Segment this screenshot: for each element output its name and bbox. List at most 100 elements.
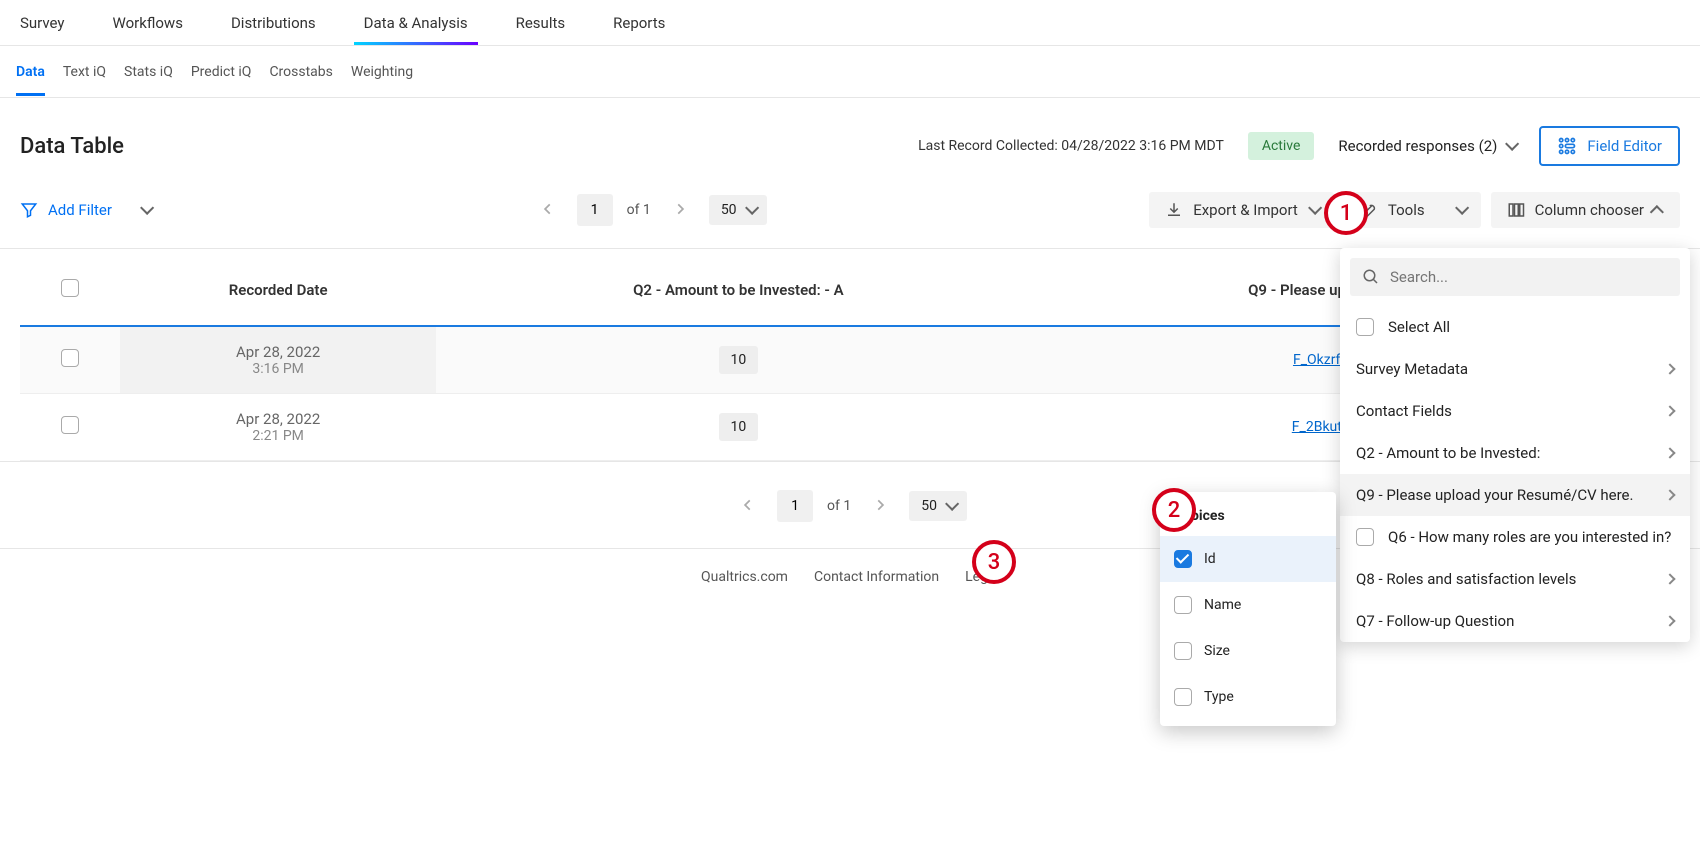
pager-page-input[interactable] bbox=[777, 490, 813, 522]
cc-item-label: Q2 - Amount to be Invested: bbox=[1356, 444, 1540, 462]
row-checkbox[interactable] bbox=[61, 349, 79, 367]
cc-item-contact-fields[interactable]: Contact Fields bbox=[1340, 390, 1690, 432]
recorded-responses-dropdown[interactable]: Recorded responses (2) bbox=[1338, 137, 1515, 155]
field-editor-icon bbox=[1557, 136, 1577, 156]
chevron-right-icon bbox=[1664, 405, 1675, 416]
select-all-label: Select All bbox=[1388, 318, 1450, 336]
cell-time: 2:21 PM bbox=[132, 428, 424, 444]
export-import-button[interactable]: Export & Import bbox=[1149, 192, 1334, 228]
col-q2[interactable]: Q2 - Amount to be Invested: - A bbox=[436, 249, 1040, 326]
column-search[interactable] bbox=[1350, 258, 1680, 296]
filter-chevron-icon[interactable] bbox=[140, 201, 154, 215]
choice-label: Name bbox=[1204, 597, 1241, 613]
chevron-down-icon bbox=[1455, 201, 1469, 215]
sub-tab-statsiq[interactable]: Stats iQ bbox=[124, 48, 173, 96]
choice-checkbox[interactable] bbox=[1174, 642, 1192, 660]
col-recorded-date[interactable]: Recorded Date bbox=[120, 249, 436, 326]
choice-size[interactable]: Size bbox=[1160, 628, 1336, 674]
page-title: Data Table bbox=[20, 134, 124, 159]
annotation-2: 2 bbox=[1152, 488, 1196, 532]
tab-distributions[interactable]: Distributions bbox=[231, 2, 316, 44]
columns-icon bbox=[1507, 201, 1525, 219]
sub-tab-crosstabs[interactable]: Crosstabs bbox=[269, 48, 332, 96]
sub-tab-weighting[interactable]: Weighting bbox=[351, 48, 413, 96]
cell-amount: 10 bbox=[719, 346, 759, 374]
chevron-right-icon bbox=[1664, 573, 1675, 584]
choice-checkbox[interactable] bbox=[1174, 596, 1192, 614]
cc-item-label: Q9 - Please upload your Resumé/CV here. bbox=[1356, 486, 1633, 504]
choice-checkbox[interactable] bbox=[1174, 550, 1192, 568]
footer-link-contact[interactable]: Contact Information bbox=[814, 569, 939, 585]
pager-page-input[interactable] bbox=[577, 194, 613, 226]
cc-item-checkbox[interactable] bbox=[1356, 528, 1374, 546]
column-search-input[interactable] bbox=[1390, 268, 1668, 286]
cc-item-q7[interactable]: Q7 - Follow-up Question bbox=[1340, 600, 1690, 642]
column-chooser-label: Column chooser bbox=[1535, 201, 1644, 219]
chevron-right-icon bbox=[1664, 447, 1675, 458]
status-badge: Active bbox=[1248, 132, 1315, 160]
chevron-left-icon bbox=[541, 202, 555, 216]
field-editor-label: Field Editor bbox=[1587, 137, 1662, 155]
header-row: Data Table Last Record Collected: 04/28/… bbox=[0, 98, 1700, 184]
tab-workflows[interactable]: Workflows bbox=[113, 2, 183, 44]
tab-reports[interactable]: Reports bbox=[613, 2, 665, 44]
chevron-right-icon bbox=[1664, 363, 1675, 374]
column-chooser-panel: Select All Survey Metadata Contact Field… bbox=[1340, 248, 1690, 642]
footer-link-qualtrics[interactable]: Qualtrics.com bbox=[701, 569, 788, 585]
cc-item-q6[interactable]: Q6 - How many roles are you interested i… bbox=[1340, 516, 1690, 558]
sub-tabs: Data Text iQ Stats iQ Predict iQ Crossta… bbox=[0, 46, 1700, 98]
pager-prev-button[interactable] bbox=[733, 492, 763, 521]
cc-item-q2[interactable]: Q2 - Amount to be Invested: bbox=[1340, 432, 1690, 474]
choice-name[interactable]: Name bbox=[1160, 582, 1336, 628]
chevron-right-icon bbox=[1664, 489, 1675, 500]
sub-tab-data[interactable]: Data bbox=[16, 48, 45, 96]
cc-item-label: Q7 - Follow-up Question bbox=[1356, 612, 1514, 630]
sub-tab-textiq[interactable]: Text iQ bbox=[63, 48, 106, 96]
pager-next-button[interactable] bbox=[665, 196, 695, 225]
cell-time: 3:16 PM bbox=[132, 361, 424, 377]
cc-item-survey-metadata[interactable]: Survey Metadata bbox=[1340, 348, 1690, 390]
page-size-select[interactable]: 50 bbox=[909, 491, 967, 521]
choice-label: Id bbox=[1204, 551, 1216, 567]
sub-tab-predictiq[interactable]: Predict iQ bbox=[191, 48, 252, 96]
chevron-down-icon bbox=[1505, 137, 1519, 151]
choice-checkbox[interactable] bbox=[1174, 688, 1192, 706]
choice-id[interactable]: Id bbox=[1160, 536, 1336, 582]
pager-of-label: of 1 bbox=[627, 202, 651, 218]
select-all-checkbox[interactable] bbox=[1356, 318, 1374, 336]
chevron-down-icon bbox=[745, 201, 759, 215]
annotation-3: 3 bbox=[972, 540, 1016, 584]
cell-date: Apr 28, 2022 bbox=[132, 410, 424, 428]
page-size-select[interactable]: 50 bbox=[709, 195, 767, 225]
cc-item-q8[interactable]: Q8 - Roles and satisfaction levels bbox=[1340, 558, 1690, 600]
chevron-right-icon bbox=[673, 202, 687, 216]
pager-prev-button[interactable] bbox=[533, 196, 563, 225]
tab-results[interactable]: Results bbox=[516, 2, 566, 44]
recorded-responses-label: Recorded responses (2) bbox=[1338, 137, 1497, 155]
chevron-down-icon bbox=[1308, 201, 1322, 215]
search-icon bbox=[1362, 268, 1380, 286]
tab-survey[interactable]: Survey bbox=[20, 2, 65, 44]
chevron-down-icon bbox=[945, 497, 959, 511]
row-checkbox[interactable] bbox=[61, 416, 79, 434]
cc-item-q9[interactable]: Q9 - Please upload your Resumé/CV here. bbox=[1340, 474, 1690, 516]
annotation-1: 1 bbox=[1324, 191, 1368, 235]
select-all-option[interactable]: Select All bbox=[1340, 306, 1690, 348]
cell-date: Apr 28, 2022 bbox=[132, 343, 424, 361]
choice-label: Size bbox=[1204, 643, 1230, 659]
cc-item-label: Q8 - Roles and satisfaction levels bbox=[1356, 570, 1576, 588]
chevron-up-icon bbox=[1650, 205, 1664, 219]
cc-item-label: Contact Fields bbox=[1356, 402, 1452, 420]
add-filter-label: Add Filter bbox=[48, 201, 112, 219]
chevron-left-icon bbox=[741, 498, 755, 512]
add-filter-button[interactable]: Add Filter bbox=[20, 201, 112, 219]
choice-type[interactable]: Type bbox=[1160, 674, 1336, 720]
tab-data-analysis[interactable]: Data & Analysis bbox=[364, 2, 468, 44]
pager-next-button[interactable] bbox=[865, 492, 895, 521]
field-editor-button[interactable]: Field Editor bbox=[1539, 126, 1680, 166]
column-chooser-button[interactable]: Column chooser bbox=[1491, 192, 1680, 228]
page-size-label: 50 bbox=[921, 498, 937, 514]
export-import-label: Export & Import bbox=[1193, 201, 1298, 219]
select-all-checkbox[interactable] bbox=[61, 279, 79, 297]
download-icon bbox=[1165, 201, 1183, 219]
